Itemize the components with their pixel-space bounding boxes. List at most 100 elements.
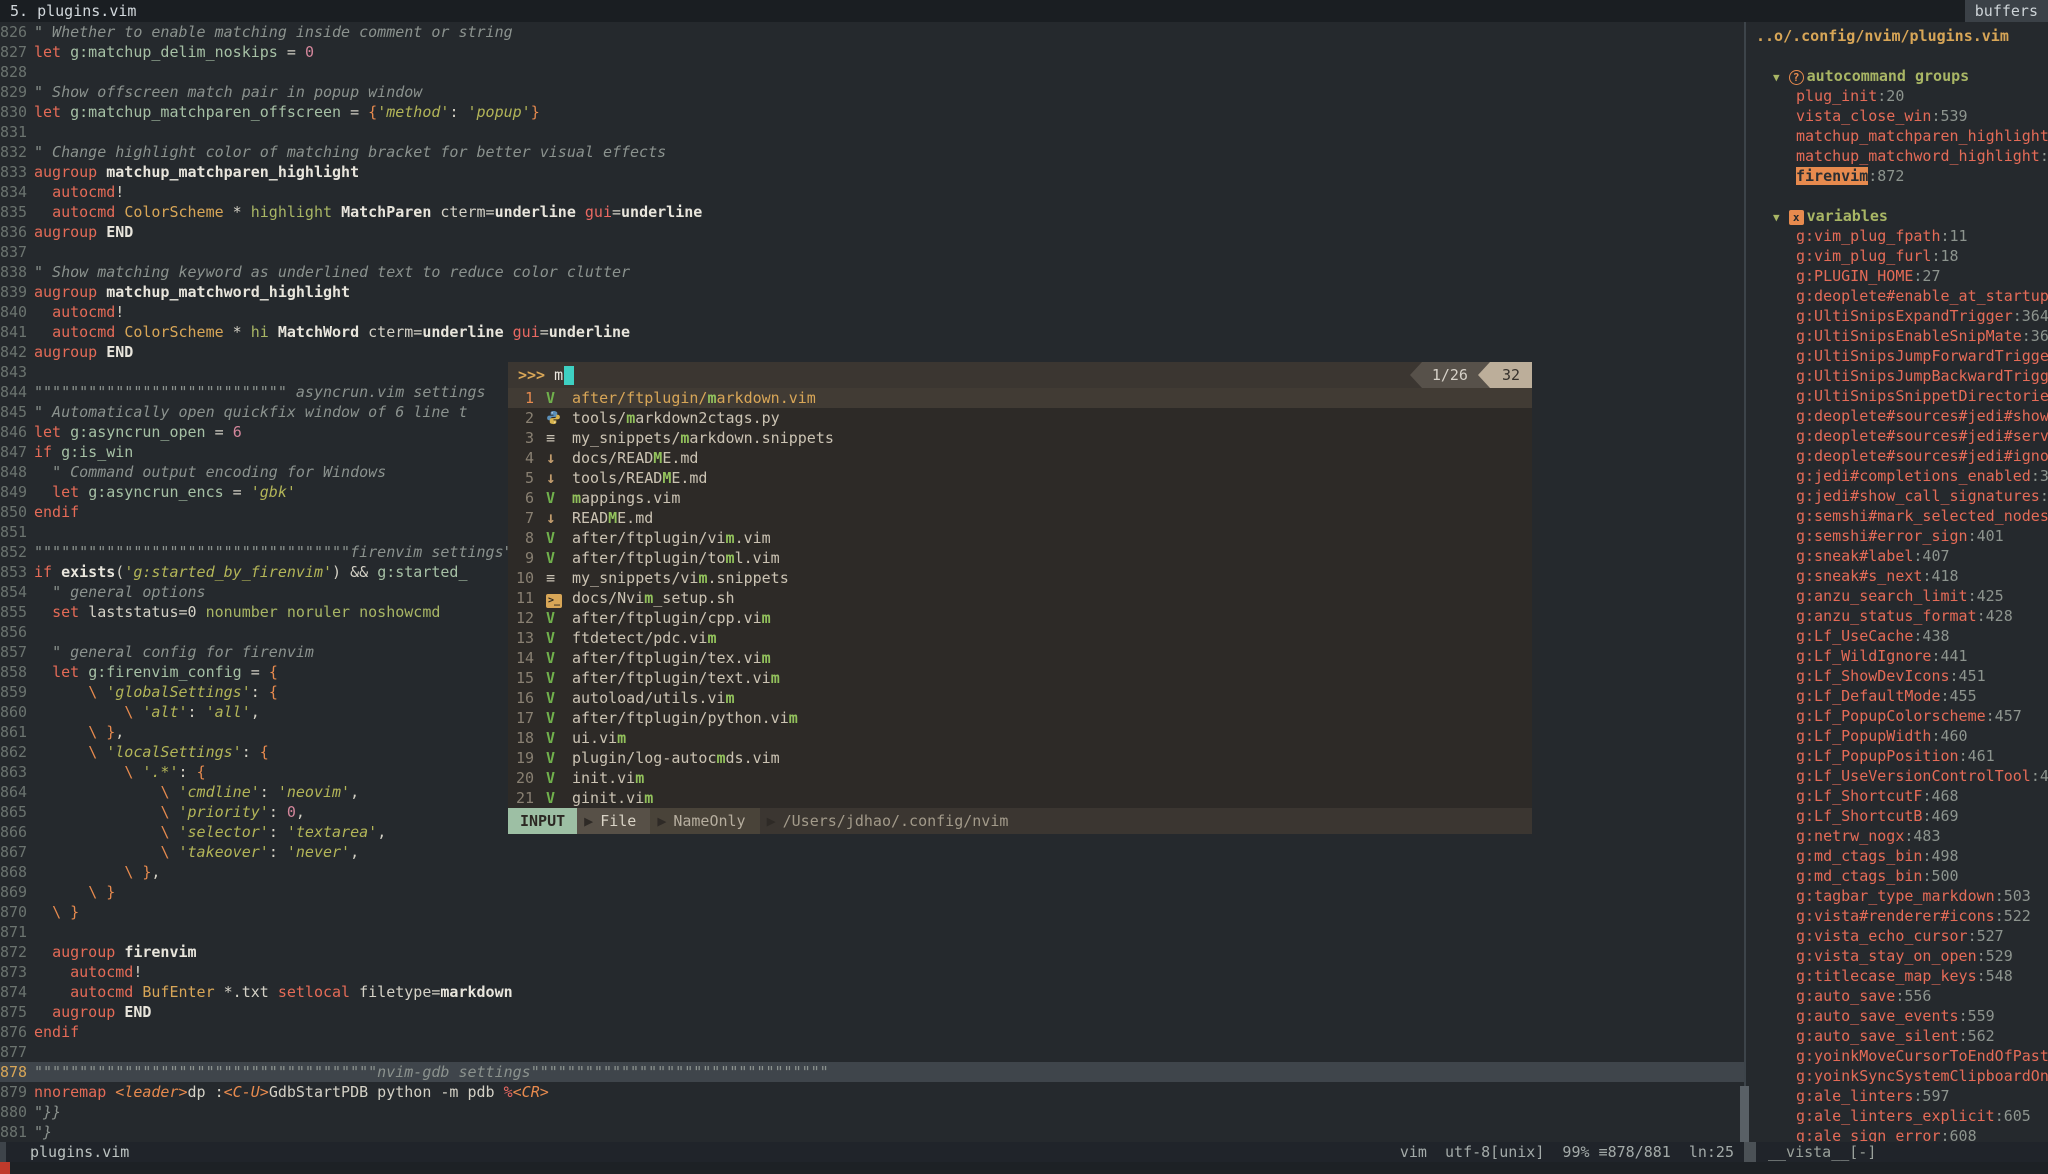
file-list-item[interactable]: 6Vmappings.vim	[508, 488, 1532, 508]
vista-tag-item[interactable]: g:Lf_UseVersionControlTool:4	[1747, 766, 2048, 786]
vista-tag-item[interactable]: g:ale_linters:597	[1747, 1086, 2048, 1106]
vista-tag-item[interactable]: g:Lf_UseCache:438	[1747, 626, 2048, 646]
vista-tag-item[interactable]: g:Lf_PopupWidth:460	[1747, 726, 2048, 746]
file-list-item[interactable]: 3≡my_snippets/markdown.snippets	[508, 428, 1532, 448]
chevron-down-icon[interactable]: ▼	[1773, 211, 1780, 224]
vista-tag-item[interactable]: g:md_ctags_bin:500	[1747, 866, 2048, 886]
vista-tag-item[interactable]: g:UltiSnipsJumpBackwardTrigg:	[1747, 366, 2048, 386]
vista-tag-item[interactable]: g:sneak#label:407	[1747, 546, 2048, 566]
vista-tag-item[interactable]: g:netrw_nogx:483	[1747, 826, 2048, 846]
vista-tag-item[interactable]: g:PLUGIN_HOME:27	[1747, 266, 2048, 286]
fuzzy-finder-prompt[interactable]: >>> m 1/26 32	[508, 362, 1532, 388]
line-number: 830	[0, 102, 34, 122]
vista-tag-item[interactable]: g:semshi#mark_selected_nodes:	[1747, 506, 2048, 526]
vista-tag-item[interactable]: firenvim:872	[1747, 166, 2048, 186]
vim-file-icon: V	[546, 729, 555, 747]
file-list-item[interactable]: 4↓docs/README.md	[508, 448, 1532, 468]
vista-tag-item[interactable]: g:vista_stay_on_open:529	[1747, 946, 2048, 966]
vista-tag-item[interactable]: g:ale_linters_explicit:605	[1747, 1106, 2048, 1126]
vista-tag-item[interactable]: g:jedi#completions_enabled:3	[1747, 466, 2048, 486]
vista-tag-item[interactable]: g:vim_plug_fpath:11	[1747, 226, 2048, 246]
vista-tag-item[interactable]: g:sneak#s_next:418	[1747, 566, 2048, 586]
tag-line-number: :608	[1941, 1127, 1977, 1142]
vista-tag-item[interactable]: g:ale_sign_error:608	[1747, 1126, 2048, 1142]
vista-tag-item[interactable]: plug_init:20	[1747, 86, 2048, 106]
vista-tag-item[interactable]: g:deoplete#enable_at_startup:	[1747, 286, 2048, 306]
vista-tag-item[interactable]: g:vim_plug_furl:18	[1747, 246, 2048, 266]
line-number: 881	[0, 1122, 34, 1142]
file-list-item[interactable]: 5↓tools/README.md	[508, 468, 1532, 488]
vista-tag-item[interactable]: g:UltiSnipsJumpForwardTrigge:	[1747, 346, 2048, 366]
vista-tag-item[interactable]: matchup_matchword_highlight:	[1747, 146, 2048, 166]
file-list-item[interactable]: 11>_docs/Nvim_setup.sh	[508, 588, 1532, 608]
vista-tag-item[interactable]: g:titlecase_map_keys:548	[1747, 966, 2048, 986]
result-index: 6	[508, 488, 546, 508]
file-list-item[interactable]: 1Vafter/ftplugin/markdown.vim	[508, 388, 1532, 408]
file-list-item[interactable]: 20Vinit.vim	[508, 768, 1532, 788]
tag-line-number: :3	[2031, 467, 2048, 485]
vista-section-header[interactable]: ▼?autocommand groups	[1747, 66, 2048, 86]
file-list-item[interactable]: 10≡my_snippets/vim.snippets	[508, 568, 1532, 588]
result-index: 14	[508, 648, 546, 668]
file-list-item[interactable]: 13Vftdetect/pdc.vim	[508, 628, 1532, 648]
vista-tag-item[interactable]: g:Lf_WildIgnore:441	[1747, 646, 2048, 666]
code-text: if g:is_win	[34, 442, 133, 462]
tab-buffers-label[interactable]: buffers	[1965, 0, 2048, 22]
vista-tag-item[interactable]: g:Lf_ShortcutB:469	[1747, 806, 2048, 826]
vista-tag-item[interactable]: g:UltiSnipsEnableSnipMate:36	[1747, 326, 2048, 346]
vista-tag-item[interactable]: g:tagbar_type_markdown:503	[1747, 886, 2048, 906]
code-text: set laststatus=0 nonumber noruler noshow…	[34, 602, 440, 622]
tag-line-number: :562	[1959, 1027, 1995, 1045]
line-number: 873	[0, 962, 34, 982]
file-list-item[interactable]: 2tools/markdown2ctags.py	[508, 408, 1532, 428]
file-list-item[interactable]: 8Vafter/ftplugin/vim.vim	[508, 528, 1532, 548]
code-line: 879nnoremap <leader>dp :<C-U>GdbStartPDB…	[0, 1082, 1744, 1102]
file-list-item[interactable]: 7↓README.md	[508, 508, 1532, 528]
file-list-item[interactable]: 12Vafter/ftplugin/cpp.vim	[508, 608, 1532, 628]
tab-current-buffer[interactable]: 5. plugins.vim	[0, 0, 146, 22]
file-list-item[interactable]: 14Vafter/ftplugin/tex.vim	[508, 648, 1532, 668]
vista-tag-item[interactable]: g:semshi#error_sign:401	[1747, 526, 2048, 546]
vista-tag-item[interactable]: g:auto_save_silent:562	[1747, 1026, 2048, 1046]
vista-tag-item[interactable]: g:deoplete#sources#jedi#serv:	[1747, 426, 2048, 446]
vista-tag-item[interactable]: g:auto_save_events:559	[1747, 1006, 2048, 1026]
vista-tag-item[interactable]: matchup_matchparen_highlight:	[1747, 126, 2048, 146]
tag-name: g:jedi#completions_enabled	[1796, 467, 2031, 485]
vista-tag-item[interactable]: g:Lf_PopupPosition:461	[1747, 746, 2048, 766]
chevron-down-icon[interactable]: ▼	[1773, 71, 1780, 84]
vista-tag-item[interactable]: g:Lf_ShowDevIcons:451	[1747, 666, 2048, 686]
vista-tag-item[interactable]: g:jedi#show_call_signatures:	[1747, 486, 2048, 506]
window-separator[interactable]	[1744, 22, 1746, 1142]
vista-tag-item[interactable]: g:anzu_search_limit:425	[1747, 586, 2048, 606]
command-line[interactable]	[0, 1162, 2048, 1174]
file-list-item[interactable]: 16Vautoload/utils.vim	[508, 688, 1532, 708]
vista-tag-item[interactable]: g:vista#renderer#icons:522	[1747, 906, 2048, 926]
vista-tag-item[interactable]: g:UltiSnipsExpandTrigger:364	[1747, 306, 2048, 326]
fuzzy-search-input[interactable]: m	[554, 365, 563, 385]
vista-tag-item[interactable]: g:UltiSnipsSnippetDirectorie:	[1747, 386, 2048, 406]
vista-tag-item[interactable]: g:anzu_status_format:428	[1747, 606, 2048, 626]
vista-section-header[interactable]: ▼xvariables	[1747, 206, 2048, 226]
vista-tag-item[interactable]: g:yoinkSyncSystemClipboardOn:	[1747, 1066, 2048, 1086]
vista-tag-item[interactable]: g:Lf_DefaultMode:455	[1747, 686, 2048, 706]
vista-tag-item[interactable]: g:deoplete#sources#jedi#show:	[1747, 406, 2048, 426]
file-list-item[interactable]: 21Vginit.vim	[508, 788, 1532, 808]
file-list-item[interactable]: 15Vafter/ftplugin/text.vim	[508, 668, 1532, 688]
vista-tag-item[interactable]: vista_close_win:539	[1747, 106, 2048, 126]
vista-tag-item[interactable]: g:Lf_PopupColorscheme:457	[1747, 706, 2048, 726]
file-path: docs/README.md	[572, 448, 698, 468]
code-text: """""""""""""""""""""""""""""""""""firen…	[34, 542, 513, 562]
file-list-item[interactable]: 18Vui.vim	[508, 728, 1532, 748]
vista-tag-item[interactable]: g:deoplete#sources#jedi#igno:	[1747, 446, 2048, 466]
file-list-item[interactable]: 19Vplugin/log-autocmds.vim	[508, 748, 1532, 768]
vista-tag-item[interactable]: g:md_ctags_bin:498	[1747, 846, 2048, 866]
code-line: 867 \ 'takeover': 'never',	[0, 842, 1744, 862]
vista-tag-item[interactable]: g:yoinkMoveCursorToEndOfPast:	[1747, 1046, 2048, 1066]
vista-tag-item[interactable]: g:Lf_ShortcutF:468	[1747, 786, 2048, 806]
tag-name: g:titlecase_map_keys	[1796, 967, 1977, 985]
code-text: \ }	[34, 882, 115, 902]
file-list-item[interactable]: 9Vafter/ftplugin/toml.vim	[508, 548, 1532, 568]
file-list-item[interactable]: 17Vafter/ftplugin/python.vim	[508, 708, 1532, 728]
vista-tag-item[interactable]: g:auto_save:556	[1747, 986, 2048, 1006]
vista-tag-item[interactable]: g:vista_echo_cursor:527	[1747, 926, 2048, 946]
